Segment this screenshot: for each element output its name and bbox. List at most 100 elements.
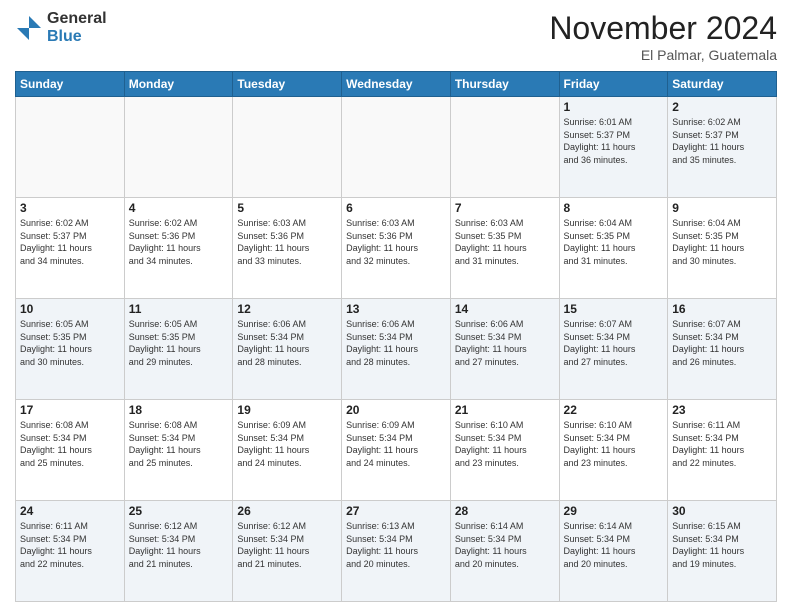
calendar-cell: 22 Sunrise: 6:10 AM Sunset: 5:34 PM Dayli… [559,400,668,501]
day-number: 5 [237,201,337,215]
calendar-cell: 13 Sunrise: 6:06 AM Sunset: 5:34 PM Dayli… [342,299,451,400]
day-info: Sunrise: 6:09 AM Sunset: 5:34 PM Dayligh… [237,419,337,469]
calendar-cell: 5Sunrise: 6:03 AM Sunset: 5:36 PM Daylig… [233,198,342,299]
day-info: Sunrise: 6:09 AM Sunset: 5:34 PM Dayligh… [346,419,446,469]
calendar-cell: 27 Sunrise: 6:13 AM Sunset: 5:34 PM Dayli… [342,501,451,602]
calendar-col-wednesday: Wednesday [342,72,451,97]
day-number: 14 [455,302,555,316]
day-number: 22 [564,403,664,417]
day-number: 26 [237,504,337,518]
day-number: 19 [237,403,337,417]
calendar-week-row: 10 Sunrise: 6:05 AM Sunset: 5:35 PM Dayli… [16,299,777,400]
day-number: 9 [672,201,772,215]
calendar-cell: 21 Sunrise: 6:10 AM Sunset: 5:34 PM Dayli… [450,400,559,501]
calendar-cell: 29Sunrise: 6:14 AM Sunset: 5:34 PM Dayli… [559,501,668,602]
calendar-cell: 15Sunrise: 6:07 AM Sunset: 5:34 PM Dayli… [559,299,668,400]
day-number: 29 [564,504,664,518]
calendar-col-sunday: Sunday [16,72,125,97]
day-number: 30 [672,504,772,518]
calendar-cell: 8 Sunrise: 6:04 AM Sunset: 5:35 PM Daylig… [559,198,668,299]
calendar-cell: 23 Sunrise: 6:11 AM Sunset: 5:34 PM Dayli… [668,400,777,501]
day-info: Sunrise: 6:03 AM Sunset: 5:35 PM Dayligh… [455,217,555,267]
day-number: 25 [129,504,229,518]
calendar-cell: 7 Sunrise: 6:03 AM Sunset: 5:35 PM Daylig… [450,198,559,299]
day-info: Sunrise: 6:05 AM Sunset: 5:35 PM Dayligh… [20,318,120,368]
calendar-cell [16,97,125,198]
calendar-week-row: 24 Sunrise: 6:11 AM Sunset: 5:34 PM Dayli… [16,501,777,602]
calendar-cell [124,97,233,198]
day-info: Sunrise: 6:04 AM Sunset: 5:35 PM Dayligh… [564,217,664,267]
logo-general-text: General [47,10,107,28]
calendar-cell [342,97,451,198]
day-number: 12 [237,302,337,316]
calendar-cell [450,97,559,198]
day-info: Sunrise: 6:08 AM Sunset: 5:34 PM Dayligh… [20,419,120,469]
day-info: Sunrise: 6:10 AM Sunset: 5:34 PM Dayligh… [455,419,555,469]
day-info: Sunrise: 6:15 AM Sunset: 5:34 PM Dayligh… [672,520,772,570]
header: General Blue November 2024 El Palmar, Gu… [15,10,777,63]
calendar-week-row: 17 Sunrise: 6:08 AM Sunset: 5:34 PM Dayli… [16,400,777,501]
logo: General Blue [15,10,107,45]
day-info: Sunrise: 6:12 AM Sunset: 5:34 PM Dayligh… [129,520,229,570]
day-number: 17 [20,403,120,417]
day-info: Sunrise: 6:03 AM Sunset: 5:36 PM Dayligh… [346,217,446,267]
day-info: Sunrise: 6:11 AM Sunset: 5:34 PM Dayligh… [20,520,120,570]
day-number: 21 [455,403,555,417]
day-number: 7 [455,201,555,215]
logo-icon [15,14,43,42]
calendar-col-saturday: Saturday [668,72,777,97]
day-number: 13 [346,302,446,316]
calendar-cell: 1 Sunrise: 6:01 AM Sunset: 5:37 PM Daylig… [559,97,668,198]
calendar-col-thursday: Thursday [450,72,559,97]
calendar-cell: 3 Sunrise: 6:02 AM Sunset: 5:37 PM Daylig… [16,198,125,299]
day-number: 8 [564,201,664,215]
calendar-header-row: SundayMondayTuesdayWednesdayThursdayFrid… [16,72,777,97]
calendar-cell: 14 Sunrise: 6:06 AM Sunset: 5:34 PM Dayli… [450,299,559,400]
day-number: 10 [20,302,120,316]
day-number: 24 [20,504,120,518]
day-number: 28 [455,504,555,518]
day-number: 1 [564,100,664,114]
day-info: Sunrise: 6:06 AM Sunset: 5:34 PM Dayligh… [237,318,337,368]
day-info: Sunrise: 6:06 AM Sunset: 5:34 PM Dayligh… [455,318,555,368]
day-number: 23 [672,403,772,417]
day-info: Sunrise: 6:10 AM Sunset: 5:34 PM Dayligh… [564,419,664,469]
day-info: Sunrise: 6:06 AM Sunset: 5:34 PM Dayligh… [346,318,446,368]
calendar-cell: 19 Sunrise: 6:09 AM Sunset: 5:34 PM Dayli… [233,400,342,501]
calendar-cell: 6Sunrise: 6:03 AM Sunset: 5:36 PM Daylig… [342,198,451,299]
logo-blue-text: Blue [47,28,107,46]
title-block: November 2024 El Palmar, Guatemala [549,10,777,63]
day-info: Sunrise: 6:02 AM Sunset: 5:36 PM Dayligh… [129,217,229,267]
calendar-cell: 30 Sunrise: 6:15 AM Sunset: 5:34 PM Dayli… [668,501,777,602]
calendar-cell: 20 Sunrise: 6:09 AM Sunset: 5:34 PM Dayli… [342,400,451,501]
calendar-col-monday: Monday [124,72,233,97]
calendar-cell: 10 Sunrise: 6:05 AM Sunset: 5:35 PM Dayli… [16,299,125,400]
logo-text: General Blue [47,10,107,45]
day-info: Sunrise: 6:02 AM Sunset: 5:37 PM Dayligh… [672,116,772,166]
day-info: Sunrise: 6:04 AM Sunset: 5:35 PM Dayligh… [672,217,772,267]
day-number: 20 [346,403,446,417]
calendar-cell [233,97,342,198]
day-number: 3 [20,201,120,215]
calendar-cell: 11Sunrise: 6:05 AM Sunset: 5:35 PM Dayli… [124,299,233,400]
calendar-cell: 17 Sunrise: 6:08 AM Sunset: 5:34 PM Dayli… [16,400,125,501]
day-info: Sunrise: 6:07 AM Sunset: 5:34 PM Dayligh… [672,318,772,368]
page: General Blue November 2024 El Palmar, Gu… [0,0,792,612]
calendar-cell: 24 Sunrise: 6:11 AM Sunset: 5:34 PM Dayli… [16,501,125,602]
day-info: Sunrise: 6:01 AM Sunset: 5:37 PM Dayligh… [564,116,664,166]
day-info: Sunrise: 6:14 AM Sunset: 5:34 PM Dayligh… [455,520,555,570]
calendar-cell: 26Sunrise: 6:12 AM Sunset: 5:34 PM Dayli… [233,501,342,602]
day-info: Sunrise: 6:08 AM Sunset: 5:34 PM Dayligh… [129,419,229,469]
calendar-week-row: 1 Sunrise: 6:01 AM Sunset: 5:37 PM Daylig… [16,97,777,198]
calendar-week-row: 3 Sunrise: 6:02 AM Sunset: 5:37 PM Daylig… [16,198,777,299]
day-number: 15 [564,302,664,316]
calendar-cell: 2Sunrise: 6:02 AM Sunset: 5:37 PM Daylig… [668,97,777,198]
day-info: Sunrise: 6:13 AM Sunset: 5:34 PM Dayligh… [346,520,446,570]
calendar-table: SundayMondayTuesdayWednesdayThursdayFrid… [15,71,777,602]
day-info: Sunrise: 6:11 AM Sunset: 5:34 PM Dayligh… [672,419,772,469]
calendar-cell: 25 Sunrise: 6:12 AM Sunset: 5:34 PM Dayli… [124,501,233,602]
day-number: 27 [346,504,446,518]
calendar-col-tuesday: Tuesday [233,72,342,97]
day-info: Sunrise: 6:02 AM Sunset: 5:37 PM Dayligh… [20,217,120,267]
location: El Palmar, Guatemala [549,47,777,63]
